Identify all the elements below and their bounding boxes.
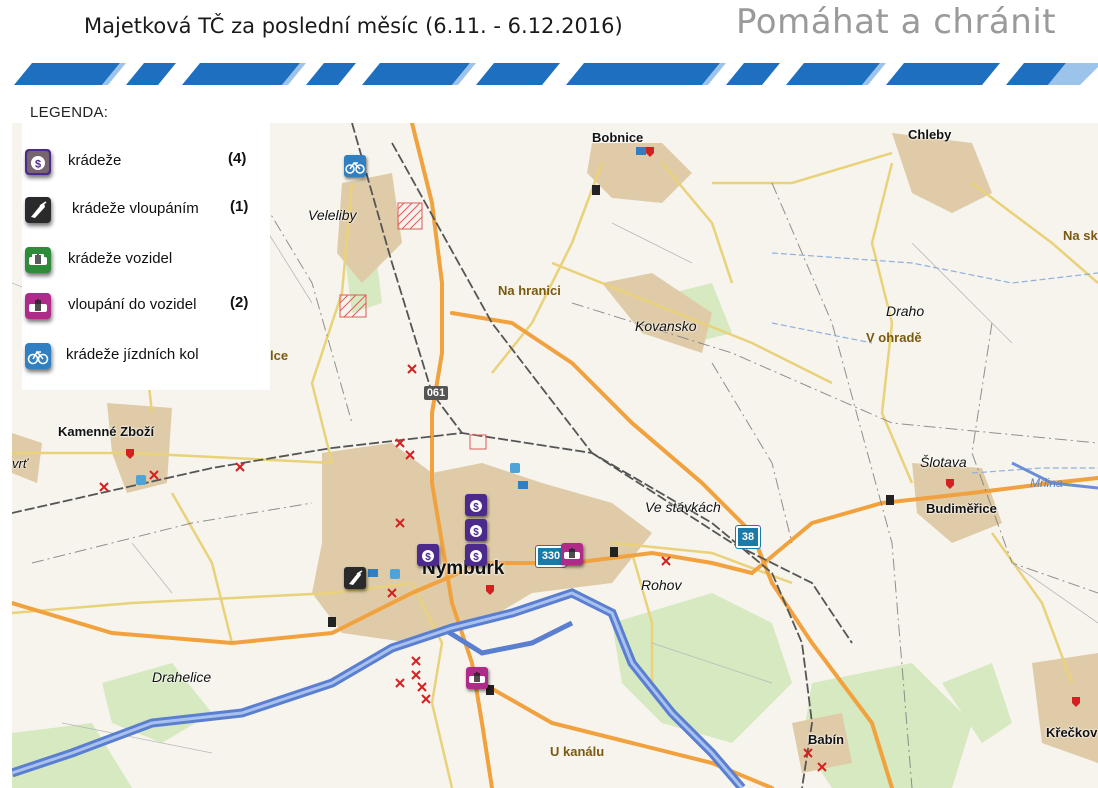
place-kamenne-zbozi: Kamenné Zboží: [58, 424, 155, 439]
place-babin: Babín: [808, 732, 845, 747]
bicycle-theft-marker-icon[interactable]: [344, 155, 366, 177]
place-na-hranici: Na hranici: [498, 283, 561, 298]
theft-marker-icon[interactable]: $: [417, 544, 439, 566]
crowbar-icon: [25, 197, 51, 223]
legend-label: krádeže jízdních kol: [66, 346, 199, 363]
money-bag-icon: $: [25, 149, 51, 175]
place-ve-stavkach: Ve stávkách: [645, 499, 721, 515]
place-draho: Draho: [886, 303, 925, 319]
place-kreckov: Křečkov: [1046, 725, 1098, 740]
theft-marker-icon[interactable]: $: [465, 519, 487, 541]
svg-text:$: $: [35, 159, 41, 171]
place-vrt: vrť: [12, 456, 28, 471]
legend-label: krádeže vozidel: [68, 250, 173, 267]
vehicle-break-in-marker-icon[interactable]: [466, 667, 488, 689]
map-legend: LEGENDA: $ krádeže (4) krádeže vloupáním…: [22, 100, 270, 390]
place-budimerice: Budiměřice: [926, 501, 997, 516]
place-na-sk: Na sk: [1063, 228, 1098, 243]
svg-text:$: $: [473, 527, 479, 538]
bicycle-icon: [25, 343, 51, 369]
svg-text:$: $: [425, 552, 431, 563]
place-slotava: Šlotava: [920, 454, 967, 470]
road-shield-38: 38: [735, 525, 761, 549]
svg-text:$: $: [473, 552, 479, 563]
legend-label: krádeže vloupáním: [72, 200, 199, 217]
legend-label: vloupání do vozidel: [68, 296, 197, 313]
place-bobnice: Bobnice: [592, 130, 644, 145]
legend-count: (2): [230, 294, 249, 311]
river-mrlina: Mrlina: [1030, 476, 1063, 490]
place-chleby: Chleby: [908, 127, 952, 142]
car-break-in-icon: [25, 293, 51, 319]
page-title: Majetková TČ za poslední měsíc (6.11. - …: [84, 14, 623, 38]
place-lce: lce: [270, 348, 289, 363]
legend-count: (1): [230, 198, 249, 215]
place-u-kanalu: U kanálu: [550, 744, 605, 759]
legend-count: (4): [228, 150, 247, 167]
place-drahelice: Drahelice: [152, 669, 212, 685]
vehicle-break-in-marker-icon[interactable]: [561, 543, 583, 565]
legend-title: LEGENDA:: [30, 104, 109, 121]
legend-item-vehicle-theft: krádeže vozidel: [22, 244, 270, 284]
burglary-marker-icon[interactable]: [344, 567, 366, 589]
legend-item-burglary: krádeže vloupáním (1): [22, 194, 270, 234]
header-banner: [0, 63, 1098, 85]
legend-item-theft: $ krádeže (4): [22, 146, 270, 186]
theft-marker-icon[interactable]: $: [465, 544, 487, 566]
legend-item-bicycle-theft: krádeže jízdních kol: [22, 340, 270, 380]
road-shield-061: 061: [424, 386, 448, 400]
place-rohov: Rohov: [641, 577, 682, 593]
svg-text:$: $: [473, 502, 479, 513]
slogan: Pomáhat a chránit: [736, 2, 1057, 42]
legend-label: krádeže: [68, 152, 122, 169]
place-kovansko: Kovansko: [635, 318, 697, 334]
car-hand-icon: [25, 247, 51, 273]
theft-marker-icon[interactable]: $: [465, 494, 487, 516]
place-veleliby: Veleliby: [308, 207, 357, 223]
place-v-ohrade: V ohradě: [866, 330, 922, 345]
legend-item-vehicle-break-in: vloupání do vozidel (2): [22, 290, 270, 330]
